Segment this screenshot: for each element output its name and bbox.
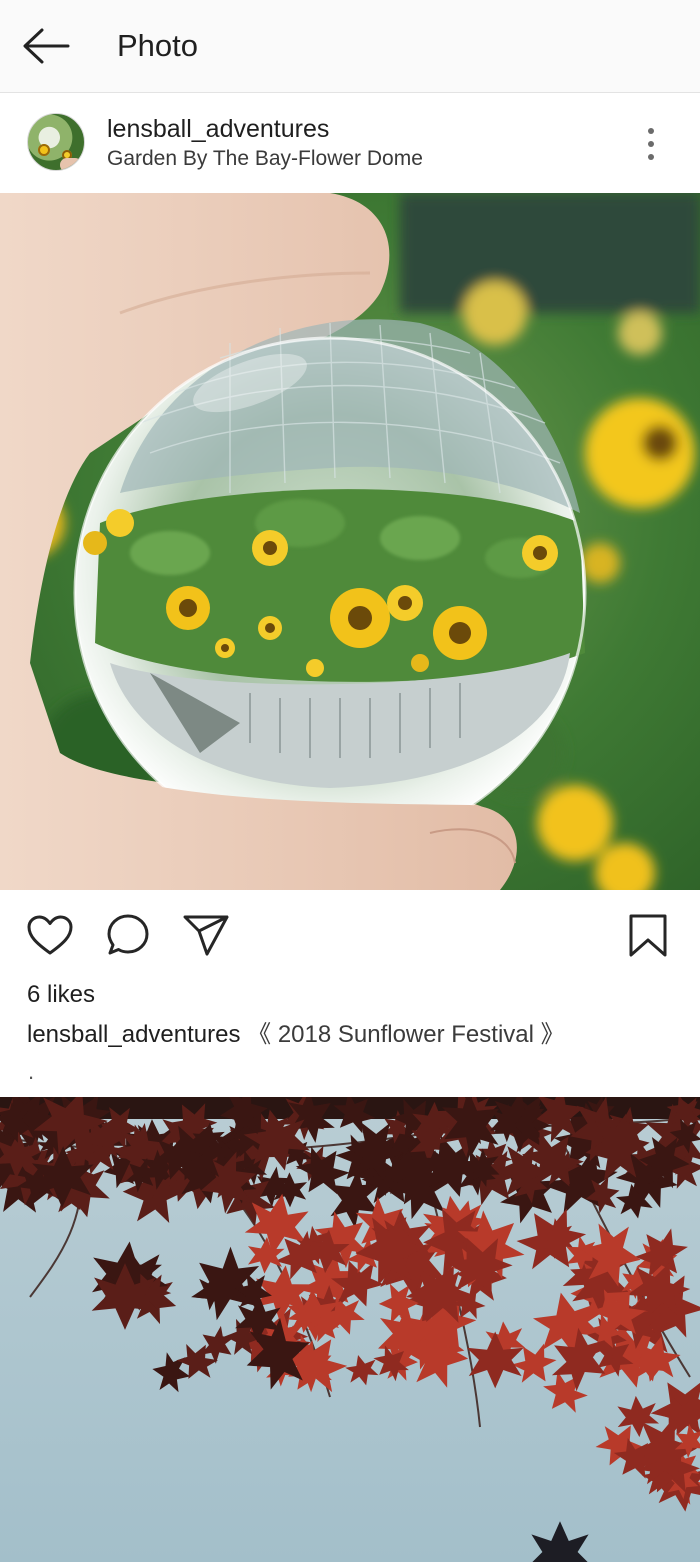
comment-bubble-icon [107,914,149,955]
caption-extra: . [28,1059,35,1084]
page-title: Photo [117,28,199,63]
back-button[interactable] [20,26,72,66]
next-post-photo[interactable] [0,1097,700,1562]
comment-button[interactable] [104,912,152,960]
post-action-bar [0,890,700,980]
post-header: lensball_adventures Garden By The Bay-Fl… [0,94,700,192]
like-button[interactable] [26,912,74,960]
bookmark-icon [629,914,667,957]
likes-count[interactable]: 6 likes [27,980,95,1010]
paper-plane-icon [183,915,229,956]
caption-text: 《 2018 Sunflower Festival 》 [247,1021,565,1048]
vertical-ellipsis-icon [648,128,654,134]
app-bar: Photo [0,0,700,93]
arrow-left-icon [23,28,70,64]
share-button[interactable] [182,912,230,960]
avatar[interactable] [27,113,85,171]
post-location[interactable]: Garden By The Bay-Flower Dome [107,146,423,172]
caption-username[interactable]: lensball_adventures [27,1021,240,1048]
more-options-button[interactable] [636,124,666,164]
heart-icon [27,915,73,955]
post-photo[interactable] [0,193,700,890]
save-button[interactable] [624,912,672,960]
post-username[interactable]: lensball_adventures [107,114,329,144]
caption: lensball_adventures 《 2018 Sunflower Fes… [27,1020,565,1050]
